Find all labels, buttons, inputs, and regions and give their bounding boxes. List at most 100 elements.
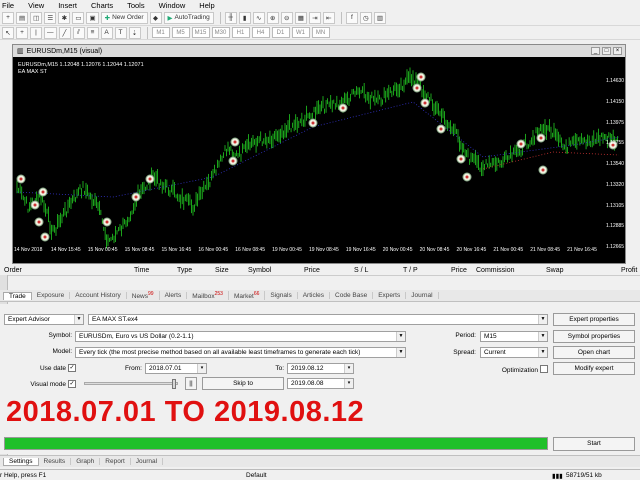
chart-shift-icon[interactable]: ⇤	[322, 11, 335, 24]
profiles-icon[interactable]: ▤	[16, 11, 29, 24]
tab-experts[interactable]: Experts	[373, 292, 407, 299]
col-tp[interactable]: T / P	[403, 267, 418, 274]
channel-icon[interactable]: ⫽	[72, 26, 85, 39]
trendline-icon[interactable]: ╱	[58, 26, 71, 39]
tab-alerts[interactable]: Alerts	[160, 292, 188, 299]
tab-report[interactable]: Report	[100, 458, 131, 465]
cursor-icon[interactable]: ↖	[2, 26, 14, 39]
to-date-field[interactable]: 2019.08.12 ▾	[287, 363, 354, 374]
timeframe-h4[interactable]: H4	[251, 27, 270, 38]
tester-icon[interactable]: ▣	[86, 11, 99, 24]
col-order[interactable]: Order	[4, 267, 22, 274]
optimization-checkbox[interactable]	[540, 365, 548, 373]
crosshair-icon[interactable]: +	[16, 26, 28, 39]
tab-results[interactable]: Results	[39, 458, 72, 465]
tab-exposure[interactable]: Exposure	[32, 292, 71, 299]
timeframe-m1[interactable]: M1	[151, 27, 170, 38]
menu-view[interactable]: View	[28, 1, 44, 10]
col-size[interactable]: Size	[215, 267, 229, 274]
col-commission[interactable]: Commission	[476, 267, 515, 274]
templates-icon[interactable]: ▥	[373, 11, 386, 24]
tab-settings[interactable]: Settings	[3, 457, 39, 466]
zoom-out-icon[interactable]: ⊖	[280, 11, 293, 24]
menu-file[interactable]: File	[2, 1, 14, 10]
speed-slider-thumb[interactable]	[172, 379, 176, 389]
market-watch-icon[interactable]: ◫	[30, 11, 43, 24]
tab-market[interactable]: Market66	[229, 290, 266, 301]
periods-icon[interactable]: ◷	[359, 11, 372, 24]
col-price[interactable]: Price	[304, 267, 320, 274]
timeframe-mn[interactable]: MN	[311, 27, 330, 38]
col-profit[interactable]: Profit	[621, 267, 637, 274]
use-date-checkbox[interactable]: ✓	[68, 364, 76, 372]
model-select[interactable]: Every tick (the most precise method base…	[75, 347, 406, 358]
data-window-icon[interactable]: ☰	[44, 11, 57, 24]
pause-button[interactable]: ||	[185, 377, 197, 390]
menu-help[interactable]: Help	[199, 1, 214, 10]
arrows-icon[interactable]: ⇣	[128, 26, 141, 39]
autotrading-button[interactable]: ▶ AutoTrading	[163, 11, 214, 24]
horizontal-line-icon[interactable]: —	[44, 26, 57, 39]
tab-news[interactable]: News99	[127, 290, 160, 301]
tab-signals[interactable]: Signals	[265, 292, 298, 299]
period-select[interactable]: M15 ▼	[480, 331, 548, 342]
visual-mode-checkbox[interactable]: ✓	[68, 380, 76, 388]
terminal-icon[interactable]: ▭	[72, 11, 85, 24]
expert-select[interactable]: EA MAX ST.ex4 ▼	[88, 314, 548, 325]
tab-account-history[interactable]: Account History	[70, 292, 127, 299]
menu-window[interactable]: Window	[159, 1, 186, 10]
start-button[interactable]: Start	[553, 437, 635, 451]
col-type[interactable]: Type	[177, 267, 192, 274]
label-icon[interactable]: T	[114, 26, 127, 39]
new-chart-icon[interactable]: +	[2, 11, 14, 24]
candlestick-icon[interactable]: ▮	[238, 11, 251, 24]
tab-code-base[interactable]: Code Base	[330, 292, 374, 299]
fibonacci-icon[interactable]: ≡	[86, 26, 99, 39]
timeframe-d1[interactable]: D1	[271, 27, 290, 38]
col-symbol[interactable]: Symbol	[248, 267, 271, 274]
symbol-select[interactable]: EURUSDm, Euro vs US Dollar (0.2-1.1) ▼	[75, 331, 406, 342]
timeframe-h1[interactable]: H1	[231, 27, 250, 38]
timeframe-m5[interactable]: M5	[171, 27, 190, 38]
expert-properties-button[interactable]: Expert properties	[553, 313, 635, 326]
tab-journal[interactable]: Journal	[406, 292, 439, 299]
skip-to-button[interactable]: Skip to	[202, 377, 284, 390]
tab-graph[interactable]: Graph	[71, 458, 101, 465]
price-chart[interactable]	[13, 57, 625, 263]
timeframe-m30[interactable]: M30	[211, 27, 230, 38]
tab-mailbox[interactable]: Mailbox253	[187, 290, 229, 301]
vertical-line-icon[interactable]: |	[30, 26, 42, 39]
line-chart-icon[interactable]: ∿	[252, 11, 265, 24]
maximize-icon[interactable]: □	[602, 47, 611, 55]
symbol-properties-button[interactable]: Symbol properties	[553, 330, 635, 343]
autoscroll-icon[interactable]: ⇥	[308, 11, 321, 24]
col-time[interactable]: Time	[134, 267, 149, 274]
open-chart-button[interactable]: Open chart	[553, 346, 635, 359]
modify-expert-button[interactable]: Modify expert	[553, 362, 635, 375]
navigator-icon[interactable]: ✱	[58, 11, 71, 24]
col-sl[interactable]: S / L	[354, 267, 368, 274]
text-icon[interactable]: A	[100, 26, 113, 39]
new-order-button[interactable]: ✚ New Order	[100, 11, 148, 24]
skip-to-date-field[interactable]: 2019.08.08 ▾	[287, 378, 354, 389]
menu-charts[interactable]: Charts	[91, 1, 113, 10]
col-price-current[interactable]: Price	[451, 267, 467, 274]
from-date-field[interactable]: 2018.07.01 ▾	[145, 363, 207, 374]
close-icon[interactable]: ×	[613, 47, 622, 55]
timeframe-m15[interactable]: M15	[191, 27, 210, 38]
tester-mode-select[interactable]: Expert Advisor ▼	[4, 314, 84, 325]
minimize-icon[interactable]: _	[591, 47, 600, 55]
spread-select[interactable]: Current ▼	[480, 347, 548, 358]
menu-tools[interactable]: Tools	[127, 1, 145, 10]
tab-trade[interactable]: Trade	[3, 291, 32, 300]
speed-slider[interactable]	[84, 382, 178, 385]
menu-insert[interactable]: Insert	[58, 1, 77, 10]
tab-articles[interactable]: Articles	[298, 292, 331, 299]
zoom-in-icon[interactable]: ⊕	[266, 11, 279, 24]
tile-windows-icon[interactable]: ▦	[294, 11, 307, 24]
indicators-icon[interactable]: f	[345, 11, 358, 24]
tab-tester-journal[interactable]: Journal	[131, 458, 164, 465]
timeframe-w1[interactable]: W1	[291, 27, 310, 38]
metaeditor-icon[interactable]: ◆	[149, 11, 162, 24]
bar-chart-icon[interactable]: ╫	[224, 11, 237, 24]
